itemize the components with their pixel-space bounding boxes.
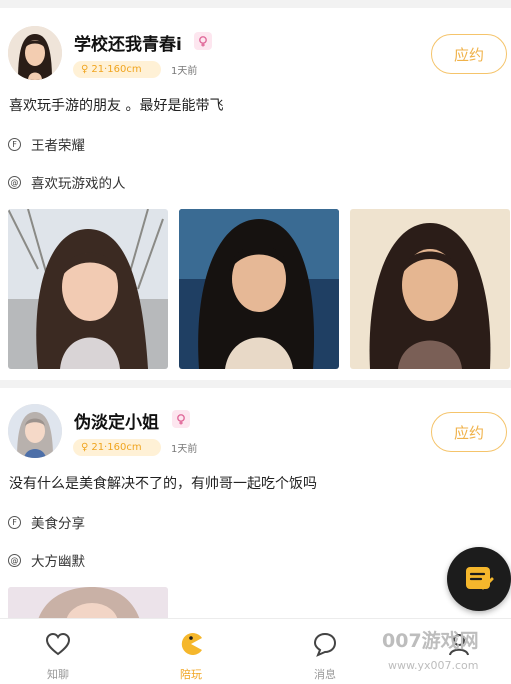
chat-bubble-icon <box>312 631 338 657</box>
age-height-tag: ♀ 21·160cm <box>73 61 161 78</box>
compose-post-button[interactable] <box>447 547 511 611</box>
avatar[interactable] <box>8 26 62 80</box>
female-icon <box>199 36 207 47</box>
game-row: F 美食分享 <box>8 512 85 532</box>
at-icon: @ <box>8 175 21 189</box>
user-name: 伪淡定小姐 <box>74 413 159 433</box>
post-time: 1天前 <box>171 66 198 77</box>
age-height-tag: ♀ 21·160cm <box>73 439 161 456</box>
post-photo[interactable] <box>8 209 168 369</box>
tab-label: 陪玩 <box>180 668 202 681</box>
female-symbol-icon: ♀ <box>81 442 89 453</box>
post-divider <box>0 380 511 388</box>
post-description: 没有什么是美食解决不了的，有帅哥一起吃个饭吗 <box>9 476 317 492</box>
tab-label: 消息 <box>314 668 336 681</box>
female-badge <box>194 32 212 50</box>
female-symbol-icon: ♀ <box>81 64 89 75</box>
tab-zhiliao[interactable]: 知聊 <box>8 619 108 684</box>
post-time: 1天前 <box>171 444 198 455</box>
watermark-title: 007游戏网 <box>382 630 479 652</box>
post-photo[interactable] <box>179 209 339 369</box>
game-row: F 王者荣耀 <box>8 134 85 154</box>
preference-row: @ 大方幽默 <box>8 550 85 570</box>
female-badge <box>172 410 190 428</box>
tab-messages[interactable]: 消息 <box>275 619 375 684</box>
post-description: 喜欢玩手游的朋友 。最好是能带飞 <box>9 98 224 114</box>
game-icon: F <box>8 137 21 151</box>
avatar[interactable] <box>8 404 62 458</box>
heart-icon <box>45 631 71 657</box>
pacman-icon <box>178 631 204 657</box>
post-card[interactable]: 伪淡定小姐 ♀ 21·160cm 1天前 应约 没有什么是美食解决不了的，有帅哥… <box>0 388 511 627</box>
tab-label: 知聊 <box>47 668 69 681</box>
post-card[interactable]: 学校还我青春i ♀ 21·160cm 1天前 应约 喜欢玩手游的朋友 。最好是能… <box>0 8 511 380</box>
edit-icon <box>466 567 494 590</box>
watermark-url: www.yx007.com <box>388 659 479 672</box>
female-icon <box>177 414 185 425</box>
preference-row: @ 喜欢玩游戏的人 <box>8 172 126 192</box>
user-name: 学校还我青春i <box>74 35 182 55</box>
accept-date-button[interactable]: 应约 <box>431 412 507 452</box>
accept-date-button[interactable]: 应约 <box>431 34 507 74</box>
tab-peiwan[interactable]: 陪玩 <box>141 619 241 684</box>
at-icon: @ <box>8 553 21 567</box>
post-photo[interactable] <box>350 209 510 369</box>
game-icon: F <box>8 515 21 529</box>
top-strip <box>0 0 511 8</box>
